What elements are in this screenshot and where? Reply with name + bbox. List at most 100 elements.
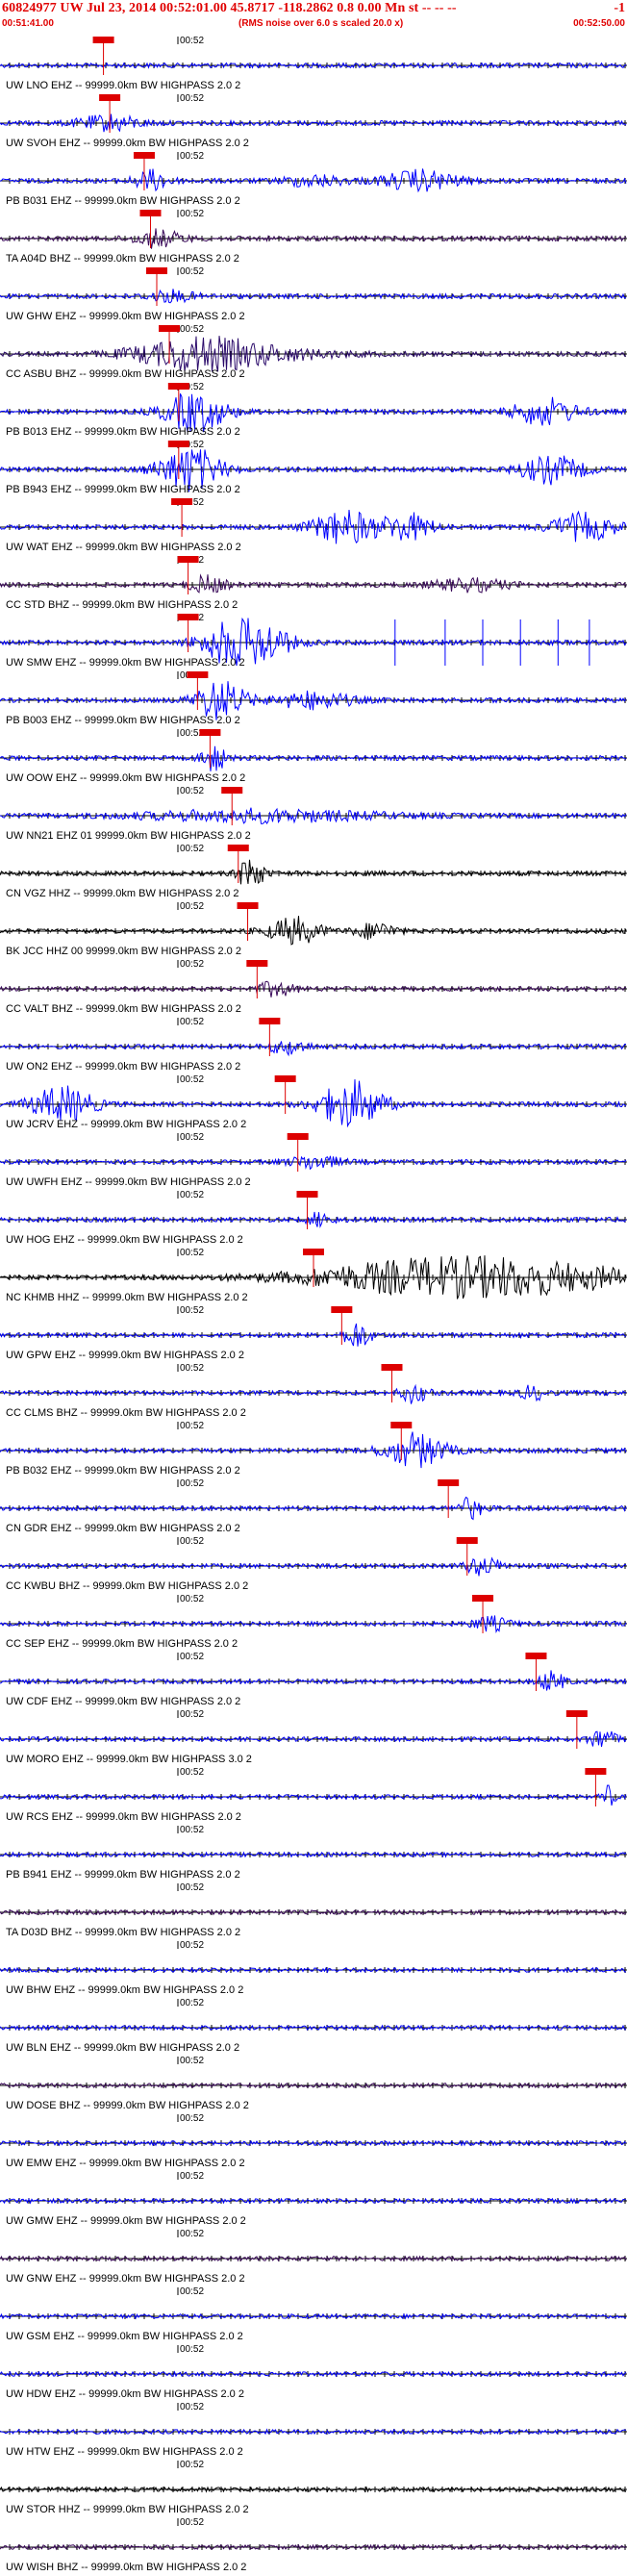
waveform bbox=[0, 1431, 627, 1469]
trace-row: 00:52 UW GMW EHZ -- 99999.0km BW HIGHPASS… bbox=[0, 2171, 627, 2227]
trace-row: 00:52 CC KWBU BHZ -- 99999.0km BW HIGHPAS… bbox=[0, 1536, 627, 1592]
trace-label: UW SVOH EHZ -- 99999.0km BW HIGHPASS 2.0… bbox=[6, 138, 249, 149]
pick-marker bbox=[133, 152, 155, 159]
trace-row: 00:52 CC CLMS BHZ -- 99999.0km BW HIGHPAS… bbox=[0, 1363, 627, 1419]
trace-label: UW GSM EHZ -- 99999.0km BW HIGHPASS 2.0 … bbox=[6, 2331, 243, 2342]
pick-marker bbox=[585, 1768, 607, 1775]
waveform bbox=[0, 1155, 627, 1171]
trace-label: UW GNW EHZ -- 99999.0km BW HIGHPASS 2.0 … bbox=[6, 2273, 245, 2285]
waveform bbox=[0, 168, 627, 193]
time-tick-label: 00:52 bbox=[180, 1940, 204, 1951]
time-tick-label: 00:52 bbox=[180, 1709, 204, 1720]
trace-label: UW UWFH EHZ -- 99999.0km BW HIGHPASS 2.0… bbox=[6, 1176, 251, 1188]
pick-marker bbox=[296, 1191, 318, 1198]
time-tick-label: 00:52 bbox=[180, 1478, 204, 1489]
trace-label: PB B941 EHZ -- 99999.0km BW HIGHPASS 2.0… bbox=[6, 1869, 240, 1881]
waveform bbox=[0, 1383, 627, 1404]
trace-row: 00:52 CC VALT BHZ -- 99999.0km BW HIGHPAS… bbox=[0, 959, 627, 1015]
time-tick-label: 00:52 bbox=[180, 36, 204, 46]
pick-marker bbox=[177, 614, 199, 620]
trace-label: UW OOW EHZ -- 99999.0km BW HIGHPASS 2.0 … bbox=[6, 772, 245, 784]
trace-label: CC KWBU BHZ -- 99999.0km BW HIGHPASS 2.0… bbox=[6, 1580, 248, 1592]
time-tick-label: 00:52 bbox=[180, 901, 204, 912]
time-tick-label: 00:52 bbox=[180, 786, 204, 796]
time-tick-label: 00:52 bbox=[180, 1421, 204, 1431]
pick-marker bbox=[159, 325, 181, 332]
time-tick-label: 00:52 bbox=[180, 1767, 204, 1778]
trace-label: UW HOG EHZ -- 99999.0km BW HIGHPASS 2.0 … bbox=[6, 1234, 243, 1246]
event-title: 60824977 UW Jul 23, 2014 00:52:01.00 45.… bbox=[2, 1, 457, 15]
trace-row: 00:52 UW NN21 EHZ 01 99999.0km BW HIGHPAS… bbox=[0, 786, 627, 842]
waveform bbox=[0, 745, 627, 771]
trace-row: 00:52UW WAT EHZ -- 99999.0km BW HIGHPASS… bbox=[0, 497, 627, 553]
pick-marker bbox=[246, 960, 268, 967]
pick-marker bbox=[565, 1710, 588, 1717]
waveform bbox=[0, 980, 627, 998]
trace-label: UW HTW EHZ -- 99999.0km BW HIGHPASS 2.0 … bbox=[6, 2446, 243, 2458]
trace-row: 00:52 NC KHMB HHZ -- 99999.0km BW HIGHPAS… bbox=[0, 1248, 627, 1303]
pick-marker bbox=[199, 729, 221, 736]
trace-label: UW LNO EHZ -- 99999.0km BW HIGHPASS 2.0 … bbox=[6, 80, 240, 91]
waveform bbox=[0, 2486, 627, 2493]
trace-row: 00:52 TA A04D BHZ -- 99999.0km BW HIGHPAS… bbox=[0, 209, 627, 265]
trace-label: CN VGZ HHZ -- 99999.0km BW HIGHPASS 2.0 … bbox=[6, 888, 238, 899]
rms-note: (RMS noise over 6.0 s scaled 20.0 x) bbox=[238, 18, 404, 29]
pick-marker bbox=[227, 845, 249, 851]
waveform bbox=[0, 1784, 627, 1806]
trace-row: 00:52 CN VGZ HHZ -- 99999.0km BW HIGHPASS… bbox=[0, 844, 627, 899]
trace-label: PB B943 EHZ -- 99999.0km BW HIGHPASS 2.0… bbox=[6, 484, 240, 495]
trace-row: 00:52 CC SEP EHZ -- 99999.0km BW HIGHPASS… bbox=[0, 1594, 627, 1650]
pick-marker bbox=[259, 1018, 281, 1024]
pick-marker bbox=[438, 1479, 460, 1486]
time-tick-label: 00:52 bbox=[180, 1248, 204, 1258]
trace-label: CN GDR EHZ -- 99999.0km BW HIGHPASS 2.0 … bbox=[6, 1523, 240, 1534]
trace-label: TA A04D BHZ -- 99999.0km BW HIGHPASS 2.0… bbox=[6, 253, 239, 265]
trace-label: NC KHMB HHZ -- 99999.0km BW HIGHPASS 2.0… bbox=[6, 1292, 248, 1303]
trace-row: 00:52CC STD BHZ -- 99999.0km BW HIGHPASS… bbox=[0, 555, 627, 611]
trace-label: UW GPW EHZ -- 99999.0km BW HIGHPASS 2.0 … bbox=[6, 1350, 244, 1361]
trace-row: 00:52 PB B032 EHZ -- 99999.0km BW HIGHPAS… bbox=[0, 1421, 627, 1477]
trace-row: 00:52 UW LNO EHZ -- 99999.0km BW HIGHPASS… bbox=[0, 36, 627, 91]
trace-row: 00:52PB B003 EHZ -- 99999.0km BW HIGHPAS… bbox=[0, 670, 627, 726]
trace-label: UW GHW EHZ -- 99999.0km BW HIGHPASS 2.0 … bbox=[6, 311, 245, 322]
trace-label: CC SEP EHZ -- 99999.0km BW HIGHPASS 2.0 … bbox=[6, 1638, 238, 1650]
trace-row: 00:52 CC ASBU BHZ -- 99999.0km BW HIGHPAS… bbox=[0, 324, 627, 380]
trace-label: PB B013 EHZ -- 99999.0km BW HIGHPASS 2.0… bbox=[6, 426, 240, 438]
pick-marker bbox=[237, 902, 259, 909]
trace-row: 00:52 PB B031 EHZ -- 99999.0km BW HIGHPAS… bbox=[0, 151, 627, 207]
trace-row: 00:52 UW WISH BHZ -- 99999.0km BW HIGHPAS… bbox=[0, 2517, 627, 2573]
pick-marker bbox=[221, 787, 243, 794]
seismogram-plot: 00:52 UW LNO EHZ -- 99999.0km BW HIGHPASS… bbox=[0, 36, 627, 2573]
pick-marker bbox=[139, 210, 162, 216]
time-tick-label: 00:52 bbox=[180, 1594, 204, 1604]
time-tick-label: 00:52 bbox=[180, 151, 204, 162]
pick-marker bbox=[146, 267, 167, 274]
time-tick-label: 00:52 bbox=[180, 324, 204, 335]
time-tick-label: 00:52 bbox=[180, 1305, 204, 1316]
time-tick-label: 00:52 bbox=[180, 959, 204, 970]
pick-marker bbox=[331, 1306, 353, 1313]
time-tick-label: 00:52 bbox=[180, 2056, 204, 2066]
trace-label: UW WAT EHZ -- 99999.0km BW HIGHPASS 2.0 … bbox=[6, 542, 241, 553]
start-time: 00:51:41.00 bbox=[2, 18, 54, 29]
time-tick-label: 00:52 bbox=[180, 1652, 204, 1662]
trace-label: PB B003 EHZ -- 99999.0km BW HIGHPASS 2.0… bbox=[6, 715, 240, 726]
time-tick-label: 00:52 bbox=[180, 1998, 204, 2008]
trace-label: CC STD BHZ -- 99999.0km BW HIGHPASS 2.0 … bbox=[6, 599, 238, 611]
time-tick-label: 00:52 bbox=[180, 209, 204, 219]
time-tick-label: 00:52 bbox=[180, 2517, 204, 2528]
event-end-mark: -1 bbox=[614, 1, 625, 15]
time-tick-label: 00:52 bbox=[180, 1017, 204, 1027]
trace-row: 00:52PB B013 EHZ -- 99999.0km BW HIGHPAS… bbox=[0, 382, 627, 438]
trace-row: 00:52 UW RCS EHZ -- 99999.0km BW HIGHPASS… bbox=[0, 1767, 627, 1823]
time-tick-label: 00:52 bbox=[180, 1190, 204, 1200]
waveform bbox=[0, 1556, 627, 1577]
waveform bbox=[0, 1670, 627, 1691]
trace-row: 00:52 UW UWFH EHZ -- 99999.0km BW HIGHPAS… bbox=[0, 1132, 627, 1188]
trace-row: 00:52 UW BLN EHZ -- 99999.0km BW HIGHPASS… bbox=[0, 1998, 627, 2054]
time-tick-label: 00:52 bbox=[180, 2402, 204, 2412]
time-tick-label: 00:52 bbox=[180, 1536, 204, 1547]
trace-row: 00:52 BK JCC HHZ 00 99999.0km BW HIGHPASS… bbox=[0, 901, 627, 957]
trace-row: 00:52 UW ON2 EHZ -- 99999.0km BW HIGHPASS… bbox=[0, 1017, 627, 1073]
end-time: 00:52:50.00 bbox=[573, 18, 625, 29]
